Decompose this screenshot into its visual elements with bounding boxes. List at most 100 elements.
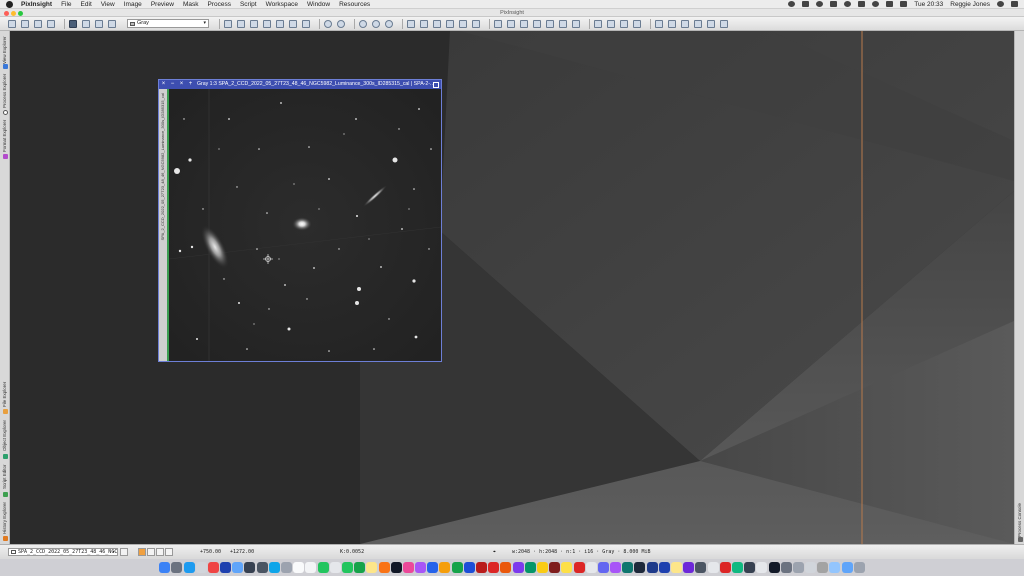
about-icon[interactable] <box>720 19 728 28</box>
ball-icon[interactable] <box>756 562 768 573</box>
window-fit-icon[interactable] <box>420 19 428 28</box>
podcasts-icon[interactable] <box>415 562 427 573</box>
downloads-folder-icon[interactable] <box>841 562 853 573</box>
menu-mask[interactable]: Mask <box>183 1 199 8</box>
menu-view[interactable]: View <box>101 1 115 8</box>
new-preview-icon[interactable] <box>276 19 284 28</box>
onenote-icon[interactable] <box>512 562 524 573</box>
wd-icon[interactable] <box>220 562 232 573</box>
console-toggle-icon[interactable] <box>668 19 676 28</box>
tweaks-icon[interactable] <box>597 562 609 573</box>
wifi-icon[interactable] <box>872 1 880 7</box>
tab-file-explorer[interactable]: File Explorer <box>1 379 9 409</box>
readout-color-swatch[interactable] <box>138 548 146 556</box>
readout-mode-icon[interactable] <box>224 19 232 28</box>
opera-icon[interactable] <box>207 562 219 573</box>
menu-app[interactable]: PixInsight <box>21 1 52 8</box>
globe-icon[interactable] <box>731 562 743 573</box>
safari-icon[interactable] <box>183 562 195 573</box>
cascade-windows-icon[interactable] <box>446 19 454 28</box>
menu-window[interactable]: Window <box>307 1 330 8</box>
reminders-icon[interactable] <box>378 562 390 573</box>
dynamic-mode-icon[interactable] <box>302 19 310 28</box>
user-name[interactable]: Reggie Jones <box>950 1 990 8</box>
app-store-icon[interactable] <box>268 562 280 573</box>
numbers-icon[interactable] <box>451 562 463 573</box>
lightroom-classic-icon[interactable] <box>646 562 658 573</box>
dark-app-icon[interactable] <box>768 562 780 573</box>
workspace-2-icon[interactable] <box>607 19 615 28</box>
edit-preview-icon[interactable] <box>289 19 297 28</box>
view-selector[interactable]: SPA_2_CCD_2022_05_27T23_48_46_NGC ▾ <box>8 548 118 556</box>
undo-icon[interactable] <box>8 19 16 28</box>
clock-icon[interactable] <box>707 562 719 573</box>
restore-icon[interactable] <box>433 81 439 88</box>
maximize-view-icon[interactable] <box>459 19 467 28</box>
cloud-icon[interactable] <box>788 1 796 7</box>
purple-app-icon[interactable] <box>610 562 622 573</box>
menu-workspace[interactable]: Workspace <box>266 1 298 8</box>
close-window-button[interactable] <box>4 10 9 16</box>
image-window[interactable]: Gray 1:3 SPA_2_CCD_2022_05_27T23_48_46_N… <box>158 79 442 362</box>
photoshop-icon[interactable] <box>658 562 670 573</box>
format-explorer-icon[interactable] <box>2 154 8 159</box>
menu-file[interactable]: File <box>61 1 71 8</box>
preferences-dock-icon[interactable] <box>281 562 293 573</box>
script-editor-icon[interactable] <box>2 492 8 497</box>
finder-icon[interactable] <box>159 562 171 573</box>
script-toggle-icon[interactable] <box>681 19 689 28</box>
colorspace-select[interactable]: Gray ▾ <box>127 19 209 28</box>
volume-icon[interactable] <box>858 1 866 7</box>
tile-windows-icon[interactable] <box>433 19 441 28</box>
clock[interactable]: Tue 20:33 <box>914 1 943 8</box>
search-icon[interactable] <box>997 1 1004 7</box>
readout-swatch-2[interactable] <box>147 548 155 556</box>
lightroom-icon[interactable] <box>634 562 646 573</box>
show-mask-icon[interactable] <box>82 19 90 28</box>
minimize-window-button[interactable] <box>11 10 16 16</box>
messages-icon[interactable] <box>341 562 353 573</box>
launchpad-icon[interactable] <box>171 562 183 573</box>
restore-view-icon[interactable] <box>472 19 480 28</box>
tool-icon[interactable] <box>561 562 573 573</box>
bluetooth-icon[interactable] <box>844 1 852 7</box>
calendar-icon[interactable] <box>293 562 305 573</box>
minimize-icon[interactable]: − <box>169 81 176 88</box>
scripts-icon[interactable] <box>536 562 548 573</box>
no-entry-icon[interactable] <box>573 562 585 573</box>
zoom-optimal-icon[interactable] <box>385 19 393 28</box>
contacts-icon[interactable] <box>305 562 317 573</box>
menu-resources[interactable]: Resources <box>339 1 370 8</box>
utility-icon[interactable] <box>792 562 804 573</box>
center-mode-icon[interactable] <box>263 19 271 28</box>
invert-mask-icon[interactable] <box>95 19 103 28</box>
pages-icon[interactable] <box>439 562 451 573</box>
trash-icon[interactable] <box>853 562 865 573</box>
camera-app-icon[interactable] <box>744 562 756 573</box>
display-icon[interactable] <box>830 1 838 7</box>
history-toggle-icon[interactable] <box>694 19 702 28</box>
tab-view-explorer[interactable]: View Explorer <box>1 35 9 65</box>
pdf-icon[interactable] <box>488 562 500 573</box>
maps-icon[interactable] <box>317 562 329 573</box>
process-console-icon[interactable] <box>1017 537 1023 542</box>
workspace-3-icon[interactable] <box>620 19 628 28</box>
zoom-1-1-icon[interactable] <box>359 19 367 28</box>
word-icon[interactable] <box>463 562 475 573</box>
powerpoint-icon[interactable] <box>500 562 512 573</box>
tab-object-explorer[interactable]: Object Explorer <box>1 417 9 453</box>
zoom-in-icon[interactable] <box>324 19 332 28</box>
stack-icon[interactable] <box>817 562 829 573</box>
stf-24bit-icon[interactable] <box>559 19 567 28</box>
image-window-sidebar[interactable]: SPA_2_CCD_2022_05_27T23_48_46_NGC5982_Lu… <box>159 89 169 361</box>
chrome-icon[interactable] <box>195 562 207 573</box>
sequator-icon[interactable] <box>549 562 561 573</box>
gear-icon[interactable] <box>695 562 707 573</box>
workspace-4-icon[interactable] <box>633 19 641 28</box>
menu-process[interactable]: Process <box>207 1 230 8</box>
menu-image[interactable]: Image <box>124 1 142 8</box>
zoom-mode-icon[interactable] <box>237 19 245 28</box>
workspace-1-icon[interactable] <box>594 19 602 28</box>
close-icon[interactable]: × <box>160 81 167 88</box>
control-center-icon[interactable] <box>1011 1 1018 7</box>
